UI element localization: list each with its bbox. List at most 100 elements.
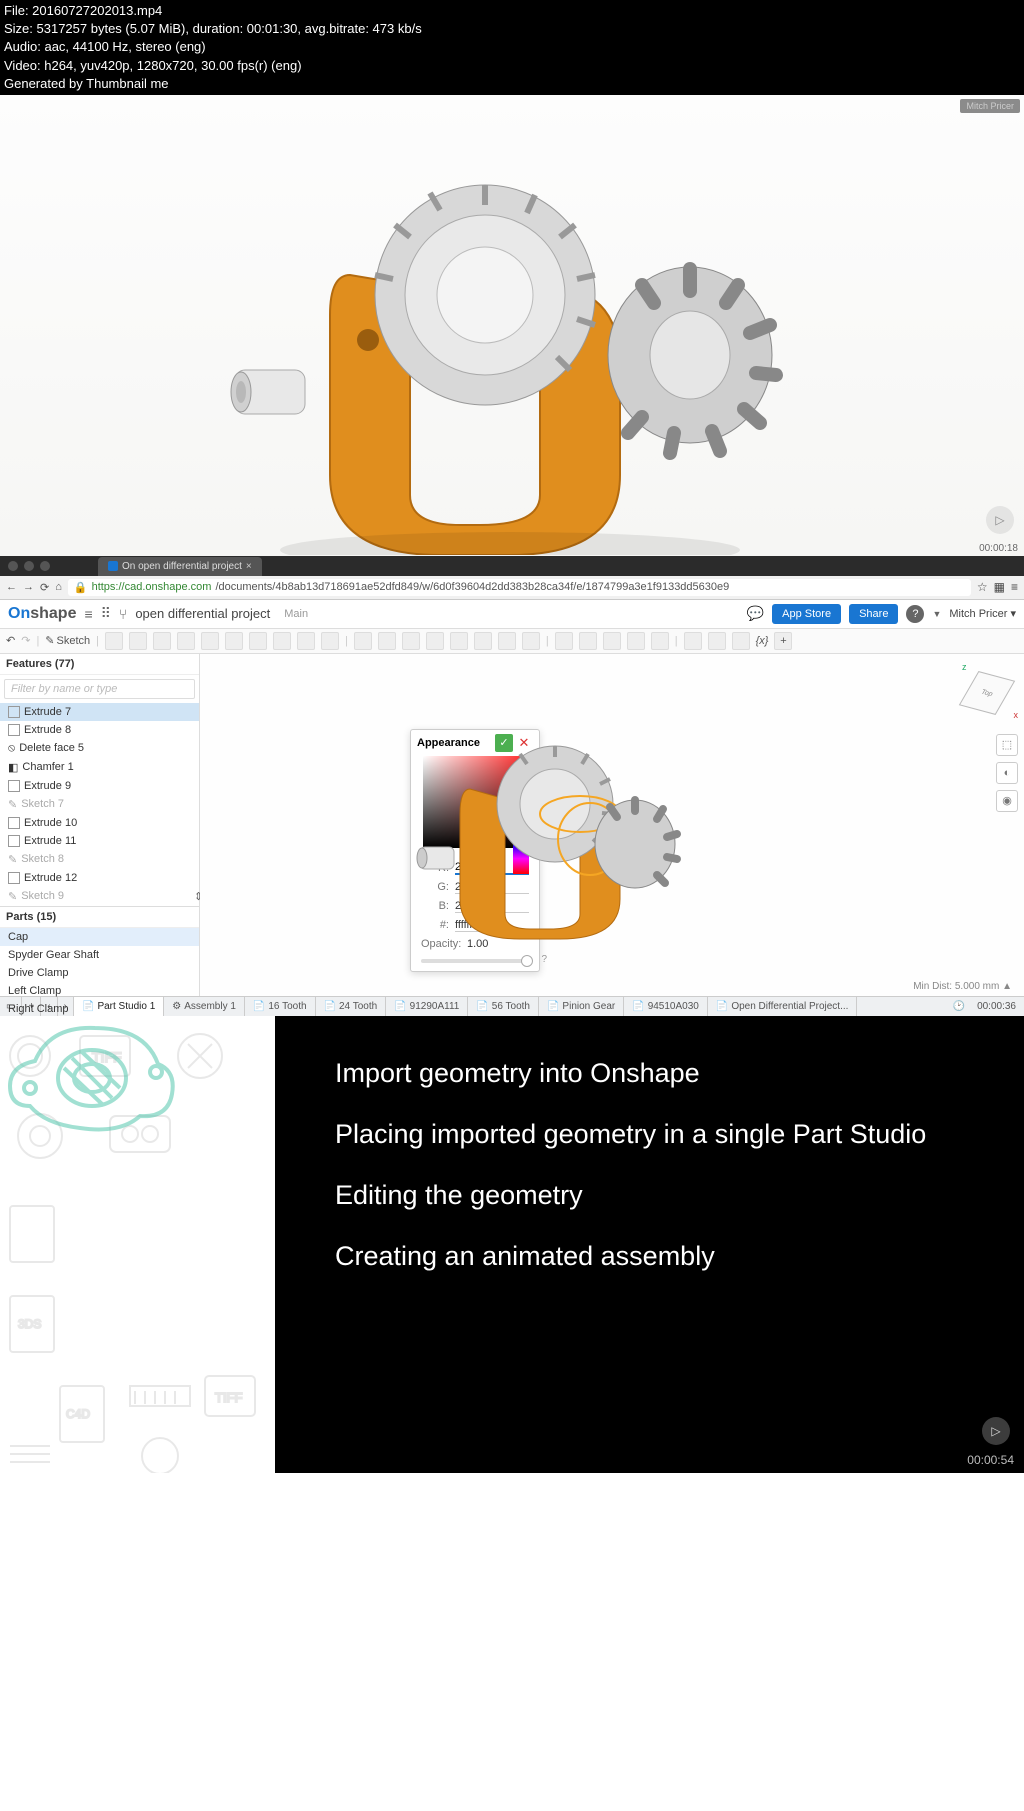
gasket-icon xyxy=(0,1016,180,1136)
3d-viewport[interactable]: Appearance ✓ ✕ R:255 G:255 B:255 #:fffff… xyxy=(200,654,1024,996)
menu-toggle-icon[interactable]: ≡ xyxy=(84,606,92,622)
tool-sheet-icon[interactable] xyxy=(708,632,726,650)
tool-variable-icon[interactable]: {x} xyxy=(756,635,769,647)
window-controls[interactable] xyxy=(0,556,58,576)
tool-curve-icon[interactable] xyxy=(603,632,621,650)
browser-tab[interactable]: On open differential project × xyxy=(98,557,262,576)
feature-item[interactable]: Extrude 11 xyxy=(0,832,199,850)
tree-icon[interactable]: ⠿ xyxy=(101,605,111,622)
tool-sweep-icon[interactable] xyxy=(153,632,171,650)
tool-import-icon[interactable] xyxy=(732,632,750,650)
document-name[interactable]: open differential project xyxy=(135,606,270,621)
tool-shell-icon[interactable] xyxy=(297,632,315,650)
tab-56tooth[interactable]: 📄56 Tooth xyxy=(468,997,539,1016)
slide-bullets: Import geometry into Onshape Placing imp… xyxy=(275,1016,1024,1473)
view-section-icon[interactable]: ◐ xyxy=(996,762,1018,784)
tool-mirror-icon[interactable] xyxy=(402,632,420,650)
close-icon[interactable]: × xyxy=(246,561,252,572)
tool-revolve-icon[interactable] xyxy=(129,632,147,650)
notification-icon[interactable]: 💬 xyxy=(747,605,764,622)
tool-mate-icon[interactable] xyxy=(651,632,669,650)
min-dist-label[interactable]: Min Dist: 5.000 mm ▲ xyxy=(913,981,1012,992)
features-header[interactable]: Features (77) xyxy=(0,654,199,675)
tool-rib-icon[interactable] xyxy=(321,632,339,650)
tool-loft-icon[interactable] xyxy=(177,632,195,650)
section-label: Main xyxy=(284,608,308,620)
share-button[interactable]: Share xyxy=(849,604,898,624)
filter-input[interactable]: Filter by name or type xyxy=(4,679,195,699)
extension-icon[interactable]: ▦ xyxy=(994,580,1005,594)
part-item[interactable]: Cap xyxy=(0,928,199,946)
model-preview xyxy=(410,729,710,949)
bullet-2: Placing imported geometry in a single Pa… xyxy=(335,1117,984,1152)
star-icon[interactable]: ☆ xyxy=(977,580,988,594)
tool-transform-icon[interactable] xyxy=(474,632,492,650)
extrude-icon xyxy=(8,724,20,736)
feature-item[interactable]: ✎Sketch 9 xyxy=(0,887,199,906)
help-icon[interactable]: ? xyxy=(906,605,924,623)
feature-item[interactable]: ✎Sketch 7 xyxy=(0,795,199,814)
tool-chamfer-icon[interactable] xyxy=(249,632,267,650)
tool-helix-icon[interactable] xyxy=(579,632,597,650)
lock-icon: 🔒 xyxy=(74,581,88,594)
parts-header[interactable]: Parts (15) xyxy=(0,907,199,928)
tab-16tooth[interactable]: 📄16 Tooth xyxy=(245,997,316,1016)
address-bar-row: ← → ⟳ ⌂ 🔒 https://cad.onshape.com/docume… xyxy=(0,576,1024,600)
redo-icon[interactable]: ↷ xyxy=(21,634,30,647)
tool-fillet-icon[interactable] xyxy=(225,632,243,650)
sketch-icon: ✎ xyxy=(8,890,17,903)
feature-item[interactable]: ◧Chamfer 1 xyxy=(0,758,199,777)
appstore-button[interactable]: App Store xyxy=(772,604,841,624)
tool-point-icon[interactable] xyxy=(627,632,645,650)
view-shade-icon[interactable]: ◉ xyxy=(996,790,1018,812)
tool-draft-icon[interactable] xyxy=(273,632,291,650)
tab-91290[interactable]: 📄91290A111 xyxy=(386,997,468,1016)
forward-icon[interactable]: → xyxy=(23,581,34,593)
feature-item[interactable]: ⦸Delete face 5 xyxy=(0,739,199,758)
tool-hole-icon[interactable] xyxy=(354,632,372,650)
feature-item[interactable]: ✎Sketch 8 xyxy=(0,850,199,869)
feature-item[interactable]: Extrude 9 xyxy=(0,777,199,795)
back-icon[interactable]: ← xyxy=(6,581,17,593)
tool-add-icon[interactable]: + xyxy=(774,632,792,650)
user-menu[interactable]: Mitch Pricer ▾ xyxy=(949,607,1016,620)
main-content: Features (77) Filter by name or type Ext… xyxy=(0,654,1024,996)
part-item[interactable]: Spyder Gear Shaft xyxy=(0,946,199,964)
view-iso-icon[interactable]: ⬚ xyxy=(996,734,1018,756)
feature-item[interactable]: Extrude 12 xyxy=(0,869,199,887)
tab-pinion[interactable]: 📄Pinion Gear xyxy=(539,997,624,1016)
view-cube[interactable]: Top zx xyxy=(958,664,1014,720)
undo-icon[interactable]: ↶ xyxy=(6,634,15,647)
tool-modify-icon[interactable] xyxy=(522,632,540,650)
play-icon[interactable]: ▷ xyxy=(982,1417,1010,1445)
sketch-button[interactable]: ✎ Sketch xyxy=(45,634,90,647)
meta-video: Video: h264, yuv420p, 1280x720, 30.00 fp… xyxy=(4,57,1020,75)
branch-icon[interactable]: ⑂ xyxy=(119,606,127,622)
part-item[interactable]: Left Clamp xyxy=(0,982,199,1000)
reload-icon[interactable]: ⟳ xyxy=(40,581,49,594)
tab-24tooth[interactable]: 📄24 Tooth xyxy=(316,997,387,1016)
feature-item[interactable]: Extrude 7 xyxy=(0,703,199,721)
meta-audio: Audio: aac, 44100 Hz, stereo (eng) xyxy=(4,38,1020,56)
tool-plane-icon[interactable] xyxy=(555,632,573,650)
tool-split-icon[interactable] xyxy=(450,632,468,650)
tool-boolean-icon[interactable] xyxy=(426,632,444,650)
tab-94510[interactable]: 📄94510A030 xyxy=(624,997,708,1016)
onshape-logo[interactable]: Onshape xyxy=(8,605,76,623)
url-input[interactable]: 🔒 https://cad.onshape.com/documents/4b8a… xyxy=(68,579,971,596)
part-item[interactable]: Drive Clamp xyxy=(0,964,199,982)
menu-icon[interactable]: ≡ xyxy=(1011,580,1018,594)
tool-extrude-icon[interactable] xyxy=(105,632,123,650)
play-icon[interactable]: ▷ xyxy=(986,506,1014,534)
tool-delete-icon[interactable] xyxy=(498,632,516,650)
tool-section-icon[interactable] xyxy=(684,632,702,650)
tab-open-diff[interactable]: 📄Open Differential Project... xyxy=(708,997,858,1016)
feature-item[interactable]: Extrude 8 xyxy=(0,721,199,739)
feature-item[interactable]: Extrude 10 xyxy=(0,814,199,832)
tool-thicken-icon[interactable] xyxy=(201,632,219,650)
tool-pattern-icon[interactable] xyxy=(378,632,396,650)
clock-icon[interactable]: 🕑 xyxy=(949,1001,969,1012)
info-icon[interactable]: ? xyxy=(541,954,547,965)
opacity-slider[interactable]: ? xyxy=(421,959,529,963)
home-icon[interactable]: ⌂ xyxy=(55,581,62,593)
